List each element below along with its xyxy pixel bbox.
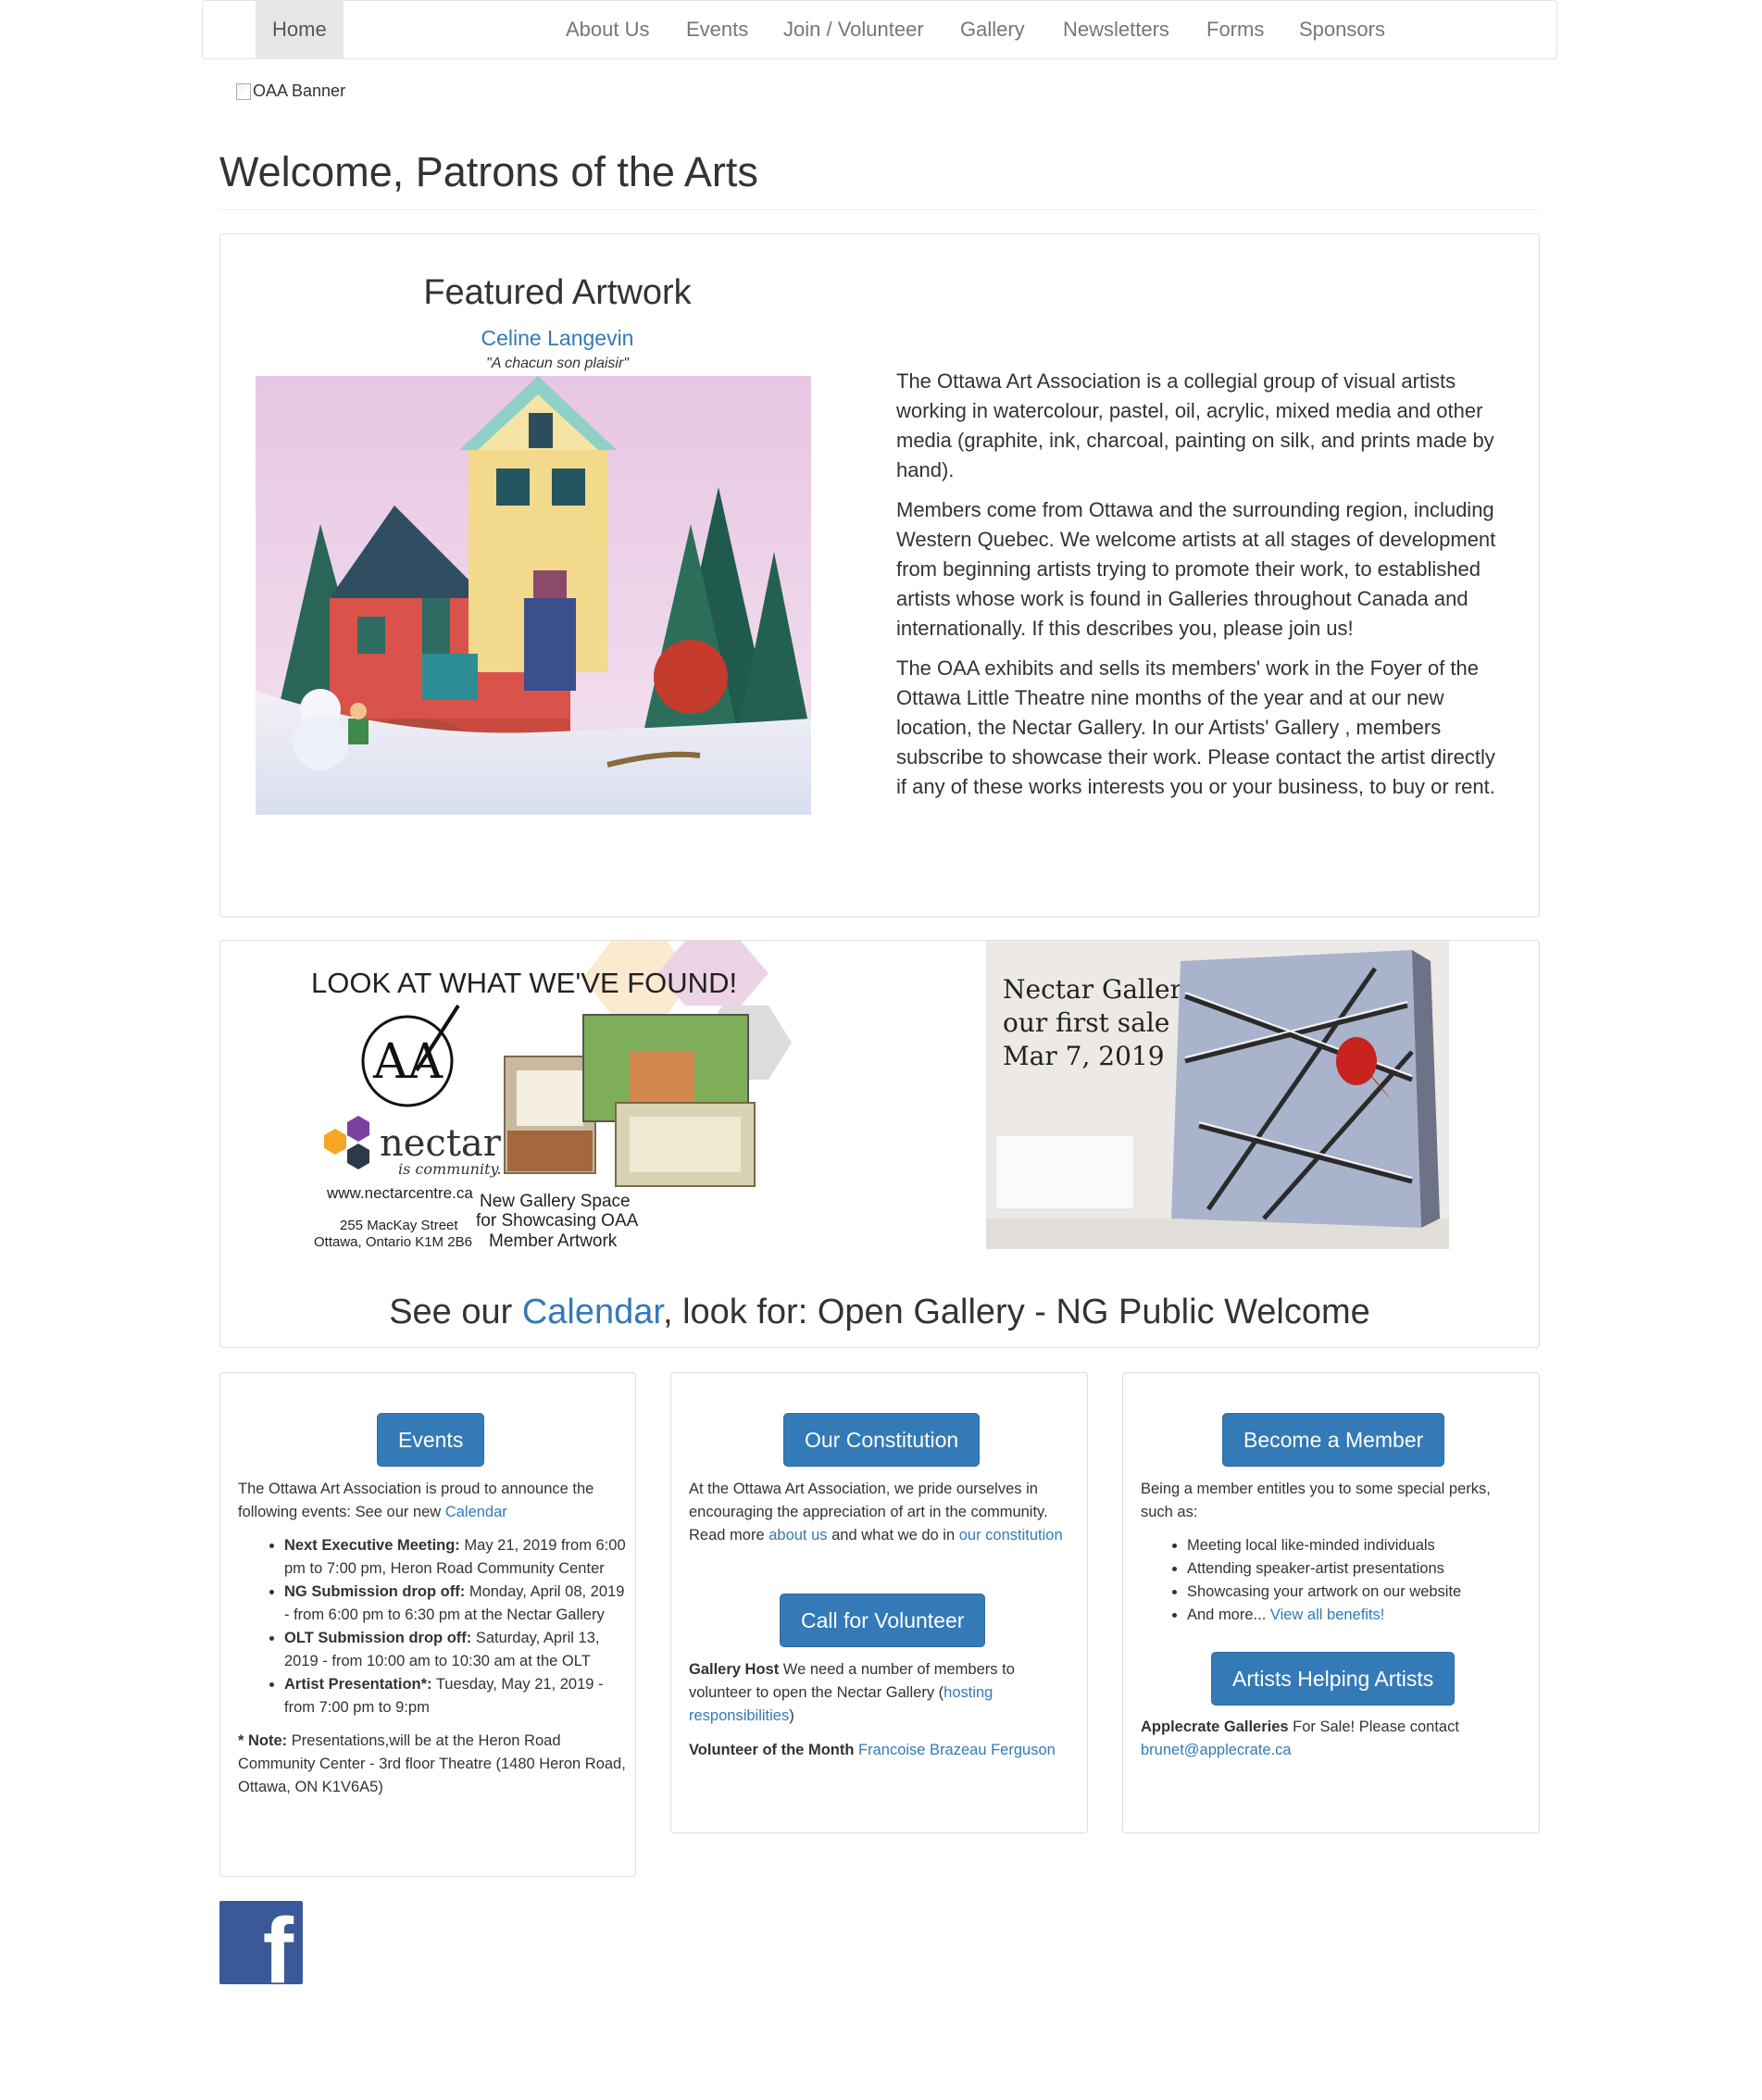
nav-newsletters[interactable]: Newsletters — [1046, 1, 1186, 58]
poster-caption-3: Member Artwork — [489, 1231, 618, 1251]
page-title: Welcome, Patrons of the Arts — [219, 148, 758, 195]
nectar-wordmark: nectar — [380, 1122, 502, 1165]
member-content: Being a member entitles you to some spec… — [1141, 1478, 1520, 1627]
constitution-text: At the Ottawa Art Association, we pride … — [689, 1481, 1063, 1544]
perk-item: And more... View all benefits! — [1187, 1604, 1520, 1627]
nav-about-us[interactable]: About Us — [549, 1, 667, 58]
featured-artist-link[interactable]: Celine Langevin — [278, 326, 837, 351]
perk-item: Attending speaker-artist presentations — [1187, 1557, 1520, 1581]
events-content: The Ottawa Art Association is proud to a… — [238, 1478, 627, 1799]
nav-join-volunteer[interactable]: Join / Volunteer — [767, 1, 941, 58]
applecrate-email-link[interactable]: brunet@applecrate.ca — [1141, 1742, 1292, 1758]
about-us-link[interactable]: about us — [769, 1527, 827, 1544]
events-note: * Note: Presentations,will be at the Her… — [238, 1732, 626, 1795]
view-all-benefits-link[interactable]: View all benefits! — [1270, 1606, 1385, 1623]
nectar-poster-image: LOOK AT WHAT WE'VE FOUND! AA nectar is c… — [296, 941, 792, 1256]
artists-gallery-link[interactable]: Artists' Gallery — [1208, 716, 1339, 739]
about-paragraph-3: The OAA exhibits and sells its members' … — [896, 656, 1495, 798]
first-sale-image: Nectar Gallery, our first sale Mar 7, 20… — [986, 941, 1449, 1249]
about-paragraph-1: The Ottawa Art Association is a collegia… — [896, 369, 1494, 481]
event-item: Artist Presentation*: Tuesday, May 21, 2… — [284, 1673, 627, 1719]
facebook-icon[interactable]: f — [219, 1901, 303, 1984]
nav-sponsors[interactable]: Sponsors — [1282, 1, 1402, 58]
events-calendar-link[interactable]: Calendar — [445, 1504, 507, 1520]
nectar-address-1: 255 MacKay Street — [340, 1218, 458, 1233]
perk-item: Meeting local like-minded individuals — [1187, 1534, 1520, 1557]
facebook-glyph: f — [262, 1901, 294, 1984]
about-text: The Ottawa Art Association is a collegia… — [896, 367, 1503, 812]
artists-helping-artists-button[interactable]: Artists Helping Artists — [1211, 1652, 1456, 1706]
event-item: NG Submission drop off: Monday, April 08… — [284, 1581, 627, 1627]
call-for-volunteer-button[interactable]: Call for Volunteer — [780, 1594, 986, 1647]
nav-events[interactable]: Events — [669, 1, 765, 58]
nectar-address-2: Ottawa, Ontario K1M 2B6 — [314, 1234, 472, 1250]
events-button[interactable]: Events — [377, 1413, 485, 1467]
perk-item: Showcasing your artwork on our website — [1187, 1581, 1520, 1604]
featured-artwork-image[interactable] — [256, 376, 811, 815]
about-paragraph-2: Members come from Ottawa and the surroun… — [896, 498, 1496, 640]
title-divider — [219, 209, 1540, 210]
nav-gallery[interactable]: Gallery — [943, 1, 1042, 58]
nectar-tagline: is community. — [398, 1160, 502, 1178]
events-list: Next Executive Meeting: May 21, 2019 fro… — [238, 1534, 627, 1719]
event-item: Next Executive Meeting: May 21, 2019 fro… — [284, 1534, 627, 1581]
our-constitution-link[interactable]: our constitution — [959, 1527, 1063, 1544]
our-constitution-button[interactable]: Our Constitution — [783, 1413, 981, 1467]
first-sale-line-3: Mar 7, 2019 — [1003, 1041, 1165, 1071]
poster-headline: LOOK AT WHAT WE'VE FOUND! — [311, 967, 737, 999]
broken-image-icon — [236, 82, 251, 100]
volunteer-of-month: Volunteer of the Month Francoise Brazeau… — [689, 1742, 1056, 1758]
first-sale-line-1: Nectar Gallery, — [1003, 974, 1202, 1005]
featured-artwork-title: "A chacun son plaisir" — [486, 356, 629, 371]
events-intro: The Ottawa Art Association is proud to a… — [238, 1481, 594, 1520]
become-a-member-button[interactable]: Become a Member — [1222, 1413, 1445, 1467]
perks-list: Meeting local like-minded individuals At… — [1141, 1534, 1520, 1627]
banner-image: OAA Banner — [236, 81, 345, 101]
nav-home[interactable]: Home — [256, 1, 344, 58]
event-item: OLT Submission drop off: Saturday, April… — [284, 1627, 627, 1673]
nectar-url: www.nectarcentre.ca — [326, 1184, 473, 1202]
volunteer-of-month-link[interactable]: Francoise Brazeau Ferguson — [858, 1742, 1056, 1758]
calendar-line: See our Calendar, look for: Open Gallery… — [389, 1293, 1370, 1331]
nav-forms[interactable]: Forms — [1190, 1, 1281, 58]
navbar: Home About Us Events Join / Volunteer Ga… — [202, 0, 1557, 59]
poster-caption-1: New Gallery Space — [480, 1192, 631, 1211]
poster-caption-2: for Showcasing OAA — [476, 1211, 639, 1231]
calendar-link[interactable]: Calendar — [522, 1293, 663, 1331]
gallery-host-text: Gallery Host We need a number of members… — [689, 1661, 1015, 1724]
featured-heading: Featured Artwork — [423, 273, 692, 312]
applecrate-text: Applecrate Galleries For Sale! Please co… — [1141, 1719, 1459, 1758]
banner-alt-text: OAA Banner — [253, 81, 346, 100]
first-sale-line-2: our first sale — [1003, 1007, 1169, 1038]
member-intro: Being a member entitles you to some spec… — [1141, 1481, 1491, 1520]
